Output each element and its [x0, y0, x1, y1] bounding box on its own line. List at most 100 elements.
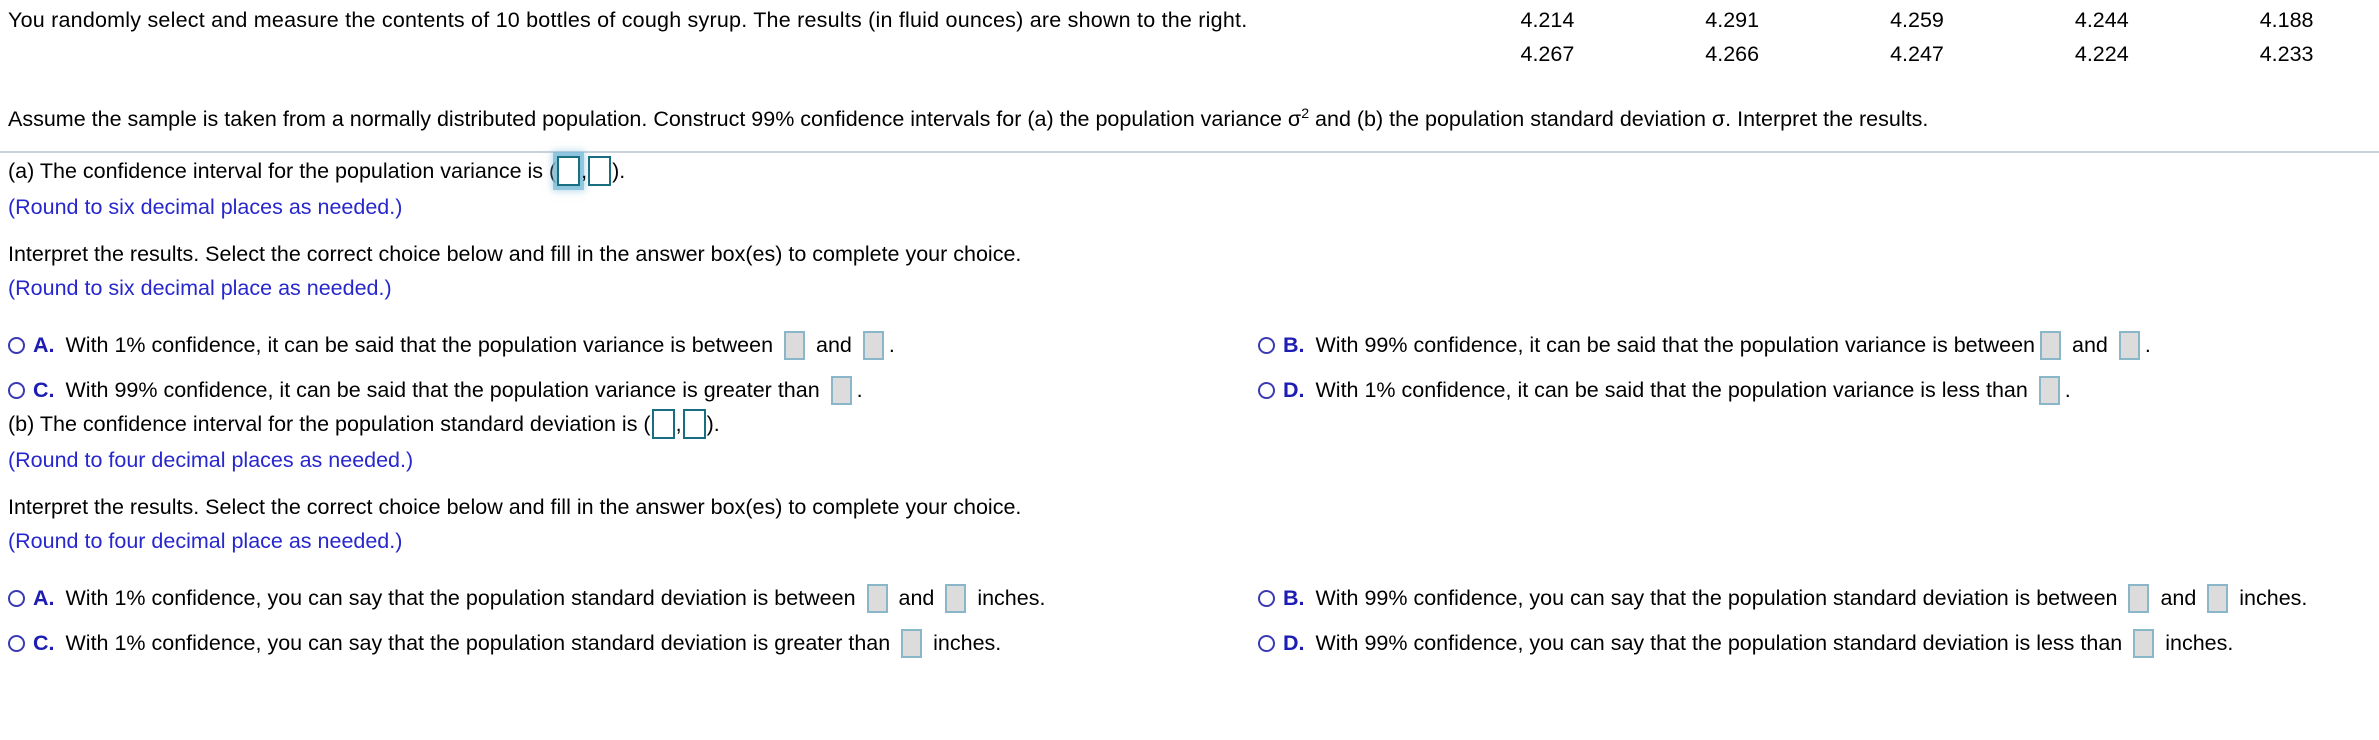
- part-b-round-hint: (Round to four decimal places as needed.…: [8, 448, 414, 472]
- sample-value-cell: 4.244: [2074, 8, 2129, 32]
- radio-button-icon[interactable]: [8, 590, 25, 607]
- choice-letter: C.: [33, 631, 55, 655]
- part-b-prompt-mid: ,: [675, 412, 682, 436]
- part-b-prompt: (b) The confidence interval for the popu…: [0, 409, 2379, 439]
- choice-text-fragment: inches.: [927, 631, 1002, 655]
- part-b-lower-bound-input[interactable]: [651, 409, 675, 439]
- choice-text: With 99% confidence, it can be said that…: [1316, 331, 2151, 360]
- choice-answer-input[interactable]: [945, 584, 967, 613]
- part-b-prompt-post: ).: [706, 412, 720, 436]
- choice-text-fragment: inches.: [971, 586, 1046, 610]
- choice-answer-input[interactable]: [2038, 376, 2060, 405]
- choice-answer-input[interactable]: [862, 331, 884, 360]
- assumption-text-pre: Assume the sample is taken from a normal…: [8, 107, 1302, 131]
- answer-area: (a) The confidence interval for the popu…: [0, 156, 2379, 662]
- part-a-prompt: (a) The confidence interval for the popu…: [0, 156, 2379, 186]
- assumption-statement: Assume the sample is taken from a normal…: [8, 107, 1928, 132]
- choice-answer-input[interactable]: [830, 376, 852, 405]
- choice-text-fragment: With 1% confidence, it can be said that …: [65, 333, 780, 357]
- choice-option-d[interactable]: D. With 1% confidence, it can be said tha…: [1258, 376, 2071, 405]
- choice-text-fragment: With 99% confidence, it can be said that…: [65, 378, 826, 402]
- choice-text-fragment: .: [856, 378, 863, 402]
- choice-answer-input[interactable]: [901, 629, 923, 658]
- choice-text: With 99% confidence, you can say that th…: [1315, 629, 2234, 658]
- exercise-page: You randomly select and measure the cont…: [0, 0, 2379, 740]
- choice-option-b[interactable]: B. With 99% confidence, it can be said th…: [1258, 331, 2151, 360]
- part-a-lower-bound-input[interactable]: [557, 156, 581, 186]
- part-a-prompt-post: ).: [612, 159, 626, 183]
- choice-answer-input[interactable]: [2128, 584, 2150, 613]
- choice-text: With 1% confidence, you can say that the…: [65, 584, 1046, 613]
- choice-text-fragment: With 99% confidence, you can say that th…: [1315, 631, 2129, 655]
- part-a-upper-bound-input[interactable]: [588, 156, 612, 186]
- sample-value-cell: 4.267: [1520, 42, 1575, 66]
- radio-button-icon[interactable]: [1258, 382, 1275, 399]
- part-b-interpret-hint: (Round to four decimal place as needed.): [8, 529, 403, 553]
- sample-value-cell: 4.224: [2074, 42, 2129, 66]
- choice-letter: D.: [1283, 631, 1305, 655]
- problem-stem-band: You randomly select and measure the cont…: [0, 0, 2379, 96]
- assumption-text-post: and (b) the population standard deviatio…: [1309, 107, 1929, 131]
- radio-button-icon[interactable]: [8, 635, 25, 652]
- choice-answer-input[interactable]: [866, 584, 888, 613]
- part-b-interpret-instruction: Interpret the results. Select the correc…: [8, 495, 1022, 519]
- problem-statement: You randomly select and measure the cont…: [8, 8, 1248, 32]
- choice-text: With 99% confidence, it can be said that…: [66, 376, 863, 405]
- choice-letter: C.: [33, 378, 55, 402]
- sample-value-cell: 4.214: [1520, 8, 1575, 32]
- choice-text-fragment: and: [810, 333, 858, 357]
- sample-data-table: 4.214 4.291 4.259 4.244 4.188 4.267 4.266 4.247…: [1455, 6, 2379, 74]
- choice-option-b[interactable]: B. With 99% confidence, you can say that …: [1258, 584, 2307, 613]
- radio-button-icon[interactable]: [1258, 337, 1275, 354]
- choice-answer-input[interactable]: [2040, 331, 2062, 360]
- choice-text: With 1% confidence, you can say that the…: [65, 629, 1002, 658]
- choice-answer-input[interactable]: [2207, 584, 2229, 613]
- choice-text-fragment: inches.: [2159, 631, 2234, 655]
- table-row: 4.267 4.266 4.247 4.224 4.233: [1455, 40, 2379, 74]
- choice-text-fragment: inches.: [2233, 586, 2308, 610]
- choice-option-c[interactable]: C. With 1% confidence, you can say that t…: [8, 629, 1001, 658]
- sample-value-cell: 4.259: [1890, 8, 1944, 32]
- choice-option-d[interactable]: D. With 99% confidence, you can say that …: [1258, 629, 2233, 658]
- part-b-choice-group: A. With 1% confidence, you can say that t…: [0, 584, 2379, 662]
- choice-text-fragment: and: [892, 586, 941, 610]
- choice-text-fragment: With 1% confidence, you can say that the…: [65, 631, 897, 655]
- choice-option-a[interactable]: A. With 1% confidence, it can be said tha…: [8, 331, 895, 360]
- part-a-round-hint: (Round to six decimal places as needed.): [8, 195, 403, 219]
- choice-option-a[interactable]: A. With 1% confidence, you can say that t…: [8, 584, 1045, 613]
- choice-answer-input[interactable]: [2118, 331, 2140, 360]
- radio-button-icon[interactable]: [8, 382, 25, 399]
- sigma-squared-exponent: 2: [1301, 105, 1310, 122]
- sample-value-cell: 4.188: [2259, 8, 2314, 32]
- part-b-prompt-pre: (b) The confidence interval for the popu…: [8, 412, 651, 436]
- choice-letter: A.: [33, 333, 55, 357]
- part-a-prompt-mid: ,: [581, 159, 588, 183]
- part-b-upper-bound-input[interactable]: [682, 409, 706, 439]
- choice-letter: A.: [33, 586, 55, 610]
- choice-letter: B.: [1283, 333, 1305, 357]
- choice-letter: B.: [1283, 586, 1305, 610]
- choice-text-fragment: With 99% confidence, it can be said that…: [1315, 333, 2036, 357]
- sample-value-cell: 4.247: [1890, 42, 1944, 66]
- choice-text: With 1% confidence, it can be said that …: [1316, 376, 2071, 405]
- radio-button-icon[interactable]: [1258, 635, 1275, 652]
- choice-text-fragment: With 99% confidence, you can say that th…: [1315, 586, 2124, 610]
- part-a-choice-group: A. With 1% confidence, it can be said tha…: [0, 331, 2379, 409]
- choice-answer-input[interactable]: [784, 331, 806, 360]
- choice-answer-input[interactable]: [2133, 629, 2155, 658]
- choice-text: With 99% confidence, you can say that th…: [1315, 584, 2308, 613]
- choice-option-c[interactable]: C. With 99% confidence, it can be said th…: [8, 376, 863, 405]
- radio-button-icon[interactable]: [1258, 590, 1275, 607]
- sample-value-cell: 4.266: [1705, 42, 1760, 66]
- choice-text-fragment: and: [2154, 586, 2203, 610]
- table-row: 4.214 4.291 4.259 4.244 4.188: [1455, 6, 2379, 40]
- choice-text-fragment: .: [2064, 378, 2071, 402]
- choice-text-fragment: .: [2144, 333, 2151, 357]
- choice-text-fragment: With 1% confidence, you can say that the…: [65, 586, 862, 610]
- part-a-prompt-pre: (a) The confidence interval for the popu…: [8, 159, 557, 183]
- choice-text-fragment: .: [888, 333, 895, 357]
- radio-button-icon[interactable]: [8, 337, 25, 354]
- part-a-interpret-hint: (Round to six decimal place as needed.): [8, 276, 392, 300]
- section-divider: [0, 151, 2379, 153]
- part-a-interpret-instruction: Interpret the results. Select the correc…: [8, 242, 1022, 266]
